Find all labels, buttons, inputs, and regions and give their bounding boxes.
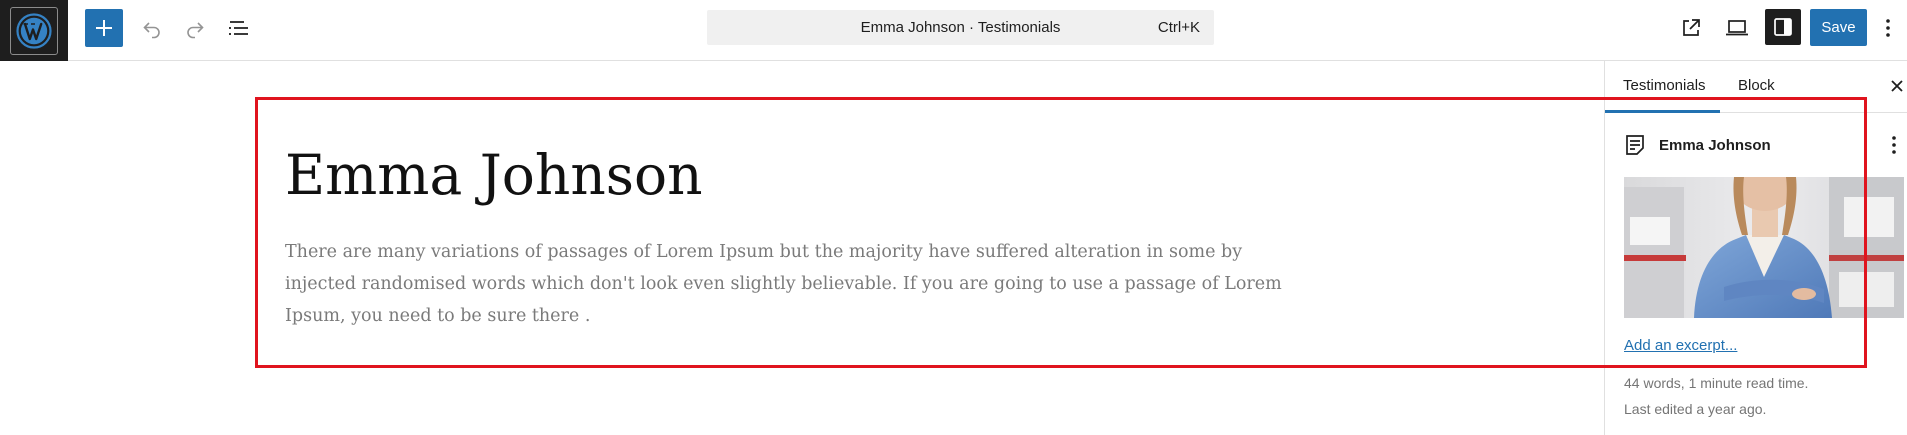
post-summary-header: Emma Johnson — [1623, 131, 1905, 161]
laptop-icon — [1726, 20, 1748, 36]
editor-top-toolbar: Emma Johnson · Testimonials Ctrl+K Save — [0, 0, 1907, 61]
view-post-button[interactable] — [1672, 9, 1710, 47]
external-link-icon — [1683, 19, 1700, 36]
add-excerpt-link[interactable]: Add an excerpt... — [1624, 337, 1737, 354]
post-document-icon — [1626, 135, 1644, 155]
document-title: Emma Johnson · Testimonials — [860, 19, 1061, 36]
sidebar-tabs: Testimonials Block — [1605, 61, 1907, 113]
sidebar-toggle-icon — [1774, 18, 1792, 36]
command-shortcut: Ctrl+K — [1157, 19, 1200, 36]
document-overview-button[interactable] — [220, 9, 258, 47]
tab-testimonials[interactable]: Testimonials — [1623, 77, 1706, 94]
wordpress-home-button[interactable] — [0, 0, 68, 61]
close-icon[interactable] — [1888, 77, 1906, 95]
featured-image[interactable] — [1624, 177, 1904, 318]
wordpress-logo-icon — [16, 12, 52, 49]
featured-image-photo — [1624, 177, 1904, 318]
settings-sidebar: Testimonials Block Emma Johnson Add an e… — [1604, 61, 1907, 435]
options-menu-button[interactable] — [1876, 9, 1900, 47]
device-preview-button[interactable] — [1718, 9, 1756, 47]
post-actions-menu-icon[interactable] — [1883, 132, 1905, 158]
block-inserter-button[interactable] — [85, 9, 123, 47]
tab-block[interactable]: Block — [1738, 77, 1775, 94]
list-view-icon — [229, 21, 248, 35]
redo-icon — [187, 22, 204, 39]
command-palette-bar[interactable]: Emma Johnson · Testimonials Ctrl+K — [707, 10, 1214, 45]
post-title[interactable]: Emma Johnson — [285, 143, 703, 207]
settings-sidebar-toggle[interactable] — [1765, 9, 1801, 45]
post-content-paragraph[interactable]: There are many variations of passages of… — [285, 236, 1315, 332]
save-button[interactable]: Save — [1810, 9, 1867, 46]
last-edited-meta: Last edited a year ago. — [1624, 401, 1767, 417]
vertical-dots-icon — [1886, 19, 1890, 37]
undo-button[interactable] — [133, 9, 171, 47]
undo-icon — [143, 22, 160, 39]
post-summary-title: Emma Johnson — [1659, 137, 1771, 154]
redo-button[interactable] — [176, 9, 214, 47]
wordpress-logo-tile — [10, 6, 58, 55]
plus-icon — [96, 20, 112, 36]
word-count-meta: 44 words, 1 minute read time. — [1624, 375, 1809, 391]
active-tab-indicator — [1605, 110, 1720, 113]
